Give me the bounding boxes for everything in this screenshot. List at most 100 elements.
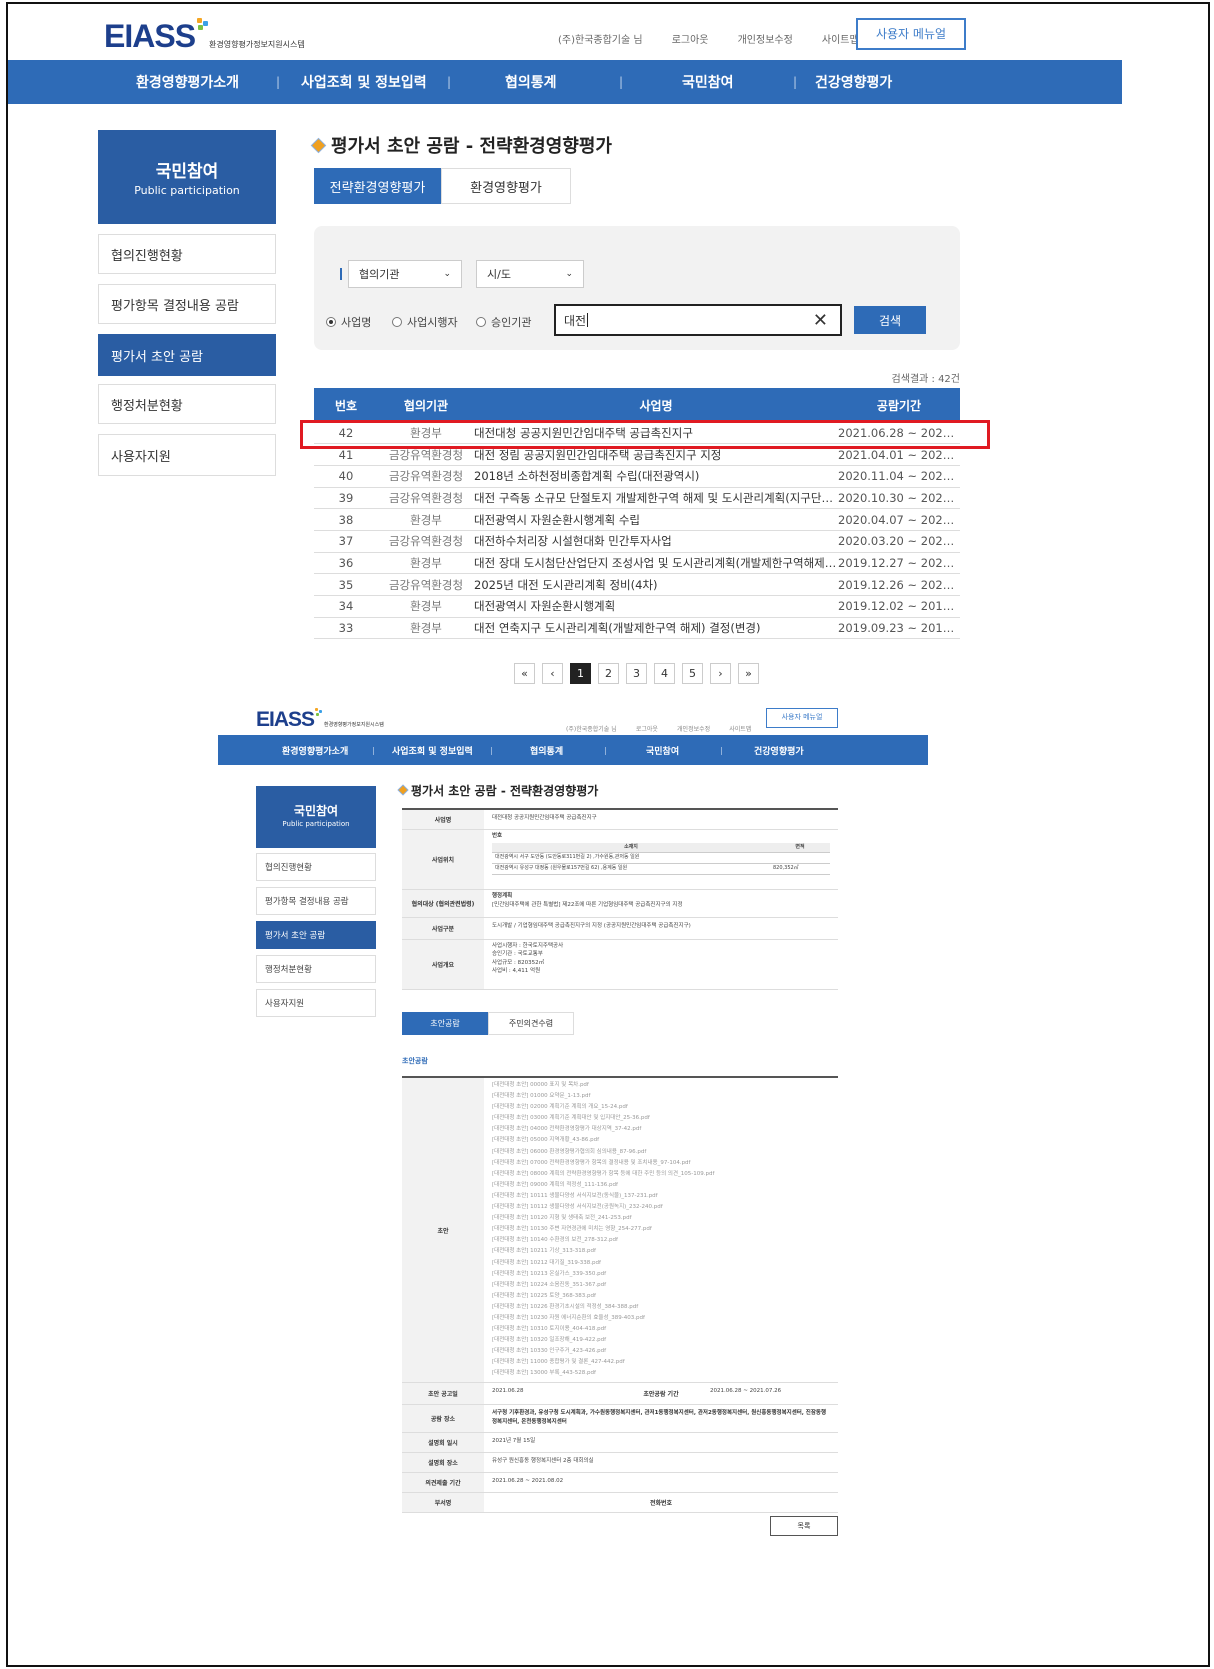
file-link[interactable]: [대전대청 초안] 02000 계획기준 계획의 개요_15-24.pdf xyxy=(492,1102,830,1113)
cell-name-link[interactable]: 대전광역시 자원순환시행계획 xyxy=(474,595,838,618)
file-link[interactable]: [대전대청 초안] 13000 부록_443-528.pdf xyxy=(492,1368,830,1379)
file-link[interactable]: [대전대청 초안] 11000 종합평가 및 결론_427-442.pdf xyxy=(492,1357,830,1368)
table-row[interactable]: 37 금강유역환경청 대전하수처리장 시설현대화 민간투자사업 2020.03.20 … xyxy=(314,530,960,553)
first-page-button[interactable]: « xyxy=(514,663,535,684)
detail-gnb-stats[interactable]: 협의통계 xyxy=(530,744,563,757)
lnb-item-consult-status[interactable]: 협의진행현황 xyxy=(98,234,276,274)
file-link[interactable]: [대전대청 초안] 10226 환경기초시설의 적정성_384-388.pdf xyxy=(492,1302,830,1313)
gnb-intro[interactable]: 환경영향평가소개 xyxy=(136,72,239,92)
file-link[interactable]: [대전대청 초안] 07000 전략환경영향평가 항목의 결정내용 및 조치내용… xyxy=(492,1158,830,1169)
file-link[interactable]: [대전대청 초안] 05000 지역개황_43-86.pdf xyxy=(492,1135,830,1146)
detail-gnb-health[interactable]: 건강영향평가 xyxy=(754,744,804,757)
table-row[interactable]: 33 환경부 대전 연축지구 도시관리계획(개발제한구역 해제) 결정(변경) 201… xyxy=(314,617,960,640)
file-link[interactable]: [대전대청 초안] 09000 계획의 적정성_111-136.pdf xyxy=(492,1180,830,1191)
file-link[interactable]: [대전대청 초안] 06000 환경영향평가협의회 심의내용_87-96.pdf xyxy=(492,1147,830,1158)
detail-gnb-intro[interactable]: 환경영향평가소개 xyxy=(282,744,348,757)
radio-operator[interactable]: 사업시행자 xyxy=(392,314,458,330)
cell-name-link[interactable]: 대전 구즉동 소규모 단절토지 개발제한구역 해제 및 도시관리계획(지구단위… xyxy=(474,487,838,510)
file-link[interactable]: [대전대청 초안] 03000 계획기준 계획대안 및 입지대안_25-36.p… xyxy=(492,1113,830,1124)
tab-strategic-eia[interactable]: 전략환경영향평가 xyxy=(314,168,441,204)
file-link[interactable]: [대전대청 초안] 10230 자원 에너지순환의 효율성_389-403.pd… xyxy=(492,1313,830,1324)
file-link[interactable]: [대전대청 초안] 00000 표지 및 목차.pdf xyxy=(492,1080,830,1091)
file-link[interactable]: [대전대청 초안] 08000 계획의 전략환경영향평가 항목 등에 대한 주민… xyxy=(492,1169,830,1180)
file-link[interactable]: [대전대청 초안] 10111 생물다양성 서식지보전(동식물)_137-231… xyxy=(492,1191,830,1202)
cell-name-link[interactable]: 대전 연축지구 도시관리계획(개발제한구역 해제) 결정(변경) xyxy=(474,617,838,640)
detail-lnb-item-support[interactable]: 사용자지원 xyxy=(256,989,376,1017)
file-link[interactable]: [대전대청 초안] 04000 전략환경영향평가 대상지역_37-42.pdf xyxy=(492,1124,830,1135)
file-link[interactable]: [대전대청 초안] 10130 주변 자연경관에 미치는 영향_254-277.… xyxy=(492,1224,830,1235)
detail-eiass-logo[interactable]: EIASS 환경영향평가정보지원시스템 xyxy=(256,708,384,732)
next-page-button[interactable]: › xyxy=(710,663,731,684)
file-link[interactable]: [대전대청 초안] 10211 기상_313-318.pdf xyxy=(492,1246,830,1257)
col-header-name: 사업명 xyxy=(474,388,838,422)
file-link[interactable]: [대전대청 초안] 10224 소음진동_351-367.pdf xyxy=(492,1280,830,1291)
detail-sitemap-link[interactable]: 사이트맵 xyxy=(729,726,751,733)
detail-lnb-item-admin-action[interactable]: 행정처분현황 xyxy=(256,955,376,983)
user-manual-button[interactable]: 사용자 메뉴얼 xyxy=(856,18,966,50)
file-link[interactable]: [대전대청 초안] 10120 지형 및 생태축 보전_241-253.pdf xyxy=(492,1213,830,1224)
file-link[interactable]: [대전대청 초안] 10212 대기질_319-338.pdf xyxy=(492,1258,830,1269)
cell-name-link[interactable]: 대전광역시 자원순환시행계획 수립 xyxy=(474,508,838,531)
gnb-stats[interactable]: 협의통계 xyxy=(505,72,557,92)
org-select[interactable]: 협의기관 ⌄ xyxy=(348,260,462,288)
cell-name-link[interactable]: 2018년 소하천정비종합계획 수립(대전광역시) xyxy=(474,465,838,488)
gnb-health[interactable]: 건강영향평가 xyxy=(815,72,892,92)
sitemap-link[interactable]: 사이트맵 xyxy=(822,35,859,46)
cell-name-link[interactable]: 2025년 대전 도시관리계획 정비(4차) xyxy=(474,573,838,596)
edit-profile-link[interactable]: 개인정보수정 xyxy=(738,35,793,46)
table-row[interactable]: 39 금강유역환경청 대전 구즉동 소규모 단절토지 개발제한구역 해제 및 도시관… xyxy=(314,487,960,510)
detail-logout-link[interactable]: 로그아웃 xyxy=(636,726,658,733)
detail-edit-profile-link[interactable]: 개인정보수정 xyxy=(677,726,710,733)
detail-user-manual-button[interactable]: 사용자 메뉴얼 xyxy=(766,708,838,728)
file-link[interactable]: [대전대청 초안] 10112 생물다양성 서식지보전(공원녹지)_232-24… xyxy=(492,1202,830,1213)
tab-resident-opinion[interactable]: 주민의견수렴 xyxy=(488,1012,574,1035)
col-header-org: 협의기관 xyxy=(378,388,474,422)
detail-lnb-item-scoping[interactable]: 평가항목 결정내용 공람 xyxy=(256,887,376,915)
page-2-button[interactable]: 2 xyxy=(598,663,619,684)
file-link[interactable]: [대전대청 초안] 10330 인구주거_423-426.pdf xyxy=(492,1346,830,1357)
tab-draft-review[interactable]: 초안공람 xyxy=(402,1012,488,1035)
lnb-item-draft-review[interactable]: 평가서 초안 공람 xyxy=(98,334,276,376)
keyword-input[interactable]: 대전 ✕ xyxy=(554,304,842,336)
last-page-button[interactable]: » xyxy=(738,663,759,684)
logout-link[interactable]: 로그아웃 xyxy=(672,35,709,46)
region-select[interactable]: 시/도 ⌄ xyxy=(476,260,584,288)
clear-icon[interactable]: ✕ xyxy=(813,310,828,331)
lnb-item-support[interactable]: 사용자지원 xyxy=(98,434,276,476)
table-row[interactable]: 36 환경부 대전 장대 도시첨단산업단지 조성사업 및 도시관리계획(개발제한구역… xyxy=(314,552,960,575)
page-4-button[interactable]: 4 xyxy=(654,663,675,684)
cell-name-link[interactable]: 대전 장대 도시첨단산업단지 조성사업 및 도시관리계획(개발제한구역해제)… xyxy=(474,552,838,575)
prev-page-button[interactable]: ‹ xyxy=(542,663,563,684)
detail-gnb-participation[interactable]: 국민참여 xyxy=(646,744,679,757)
lnb-item-scoping[interactable]: 평가항목 결정내용 공람 xyxy=(98,284,276,324)
detail-lnb-item-consult-status[interactable]: 협의진행현황 xyxy=(256,853,376,881)
tab-eia[interactable]: 환경영향평가 xyxy=(441,168,571,204)
file-link[interactable]: [대전대청 초안] 10310 토지이용_404-418.pdf xyxy=(492,1324,830,1335)
table-row[interactable]: 35 금강유역환경청 2025년 대전 도시관리계획 정비(4차) 2019.12.2… xyxy=(314,573,960,596)
gnb-search[interactable]: 사업조회 및 정보입력 xyxy=(301,72,427,92)
page-3-button[interactable]: 3 xyxy=(626,663,647,684)
file-link[interactable]: [대전대청 초안] 10140 수환경의 보전_278-312.pdf xyxy=(492,1235,830,1246)
search-button[interactable]: 검색 xyxy=(854,306,926,334)
info-row-type: 사업구분 도시개발 / 기업형임대주택 공급촉진지구의 지정 (공공지원민간임대… xyxy=(402,918,838,940)
gnb-participation[interactable]: 국민참여 xyxy=(682,72,734,92)
file-link[interactable]: [대전대청 초안] 10320 일조장해_419-422.pdf xyxy=(492,1335,830,1346)
file-link[interactable]: [대전대청 초안] 10225 토양_368-383.pdf xyxy=(492,1291,830,1302)
cell-no: 40 xyxy=(314,465,378,488)
detail-gnb-search[interactable]: 사업조회 및 정보입력 xyxy=(392,744,473,757)
file-link[interactable]: [대전대청 초안] 01000 요약문_1-13.pdf xyxy=(492,1091,830,1102)
radio-biz-name[interactable]: 사업명 xyxy=(326,314,371,330)
cell-name-link[interactable]: 대전하수처리장 시설현대화 민간투자사업 xyxy=(474,530,838,553)
page-1-button[interactable]: 1 xyxy=(570,663,591,684)
detail-lnb-item-draft-review[interactable]: 평가서 초안 공람 xyxy=(256,921,376,949)
lnb-item-admin-action[interactable]: 행정처분현황 xyxy=(98,384,276,424)
page-5-button[interactable]: 5 xyxy=(682,663,703,684)
cell-no: 36 xyxy=(314,552,378,575)
table-row[interactable]: 40 금강유역환경청 2018년 소하천정비종합계획 수립(대전광역시) 2020.1… xyxy=(314,465,960,488)
table-row[interactable]: 34환경부대전광역시 자원순환시행계획2019.12.02 ~ 2019.12.… xyxy=(314,595,960,618)
radio-approver[interactable]: 승인기관 xyxy=(476,314,531,330)
list-button[interactable]: 목록 xyxy=(770,1516,838,1536)
eiass-logo[interactable]: EIASS 환경영향평가정보지원시스템 xyxy=(104,18,305,55)
table-row[interactable]: 38 환경부 대전광역시 자원순환시행계획 수립 2020.04.07 ~ 2020.… xyxy=(314,508,960,531)
file-link[interactable]: [대전대청 초안] 10213 온실가스_339-350.pdf xyxy=(492,1269,830,1280)
